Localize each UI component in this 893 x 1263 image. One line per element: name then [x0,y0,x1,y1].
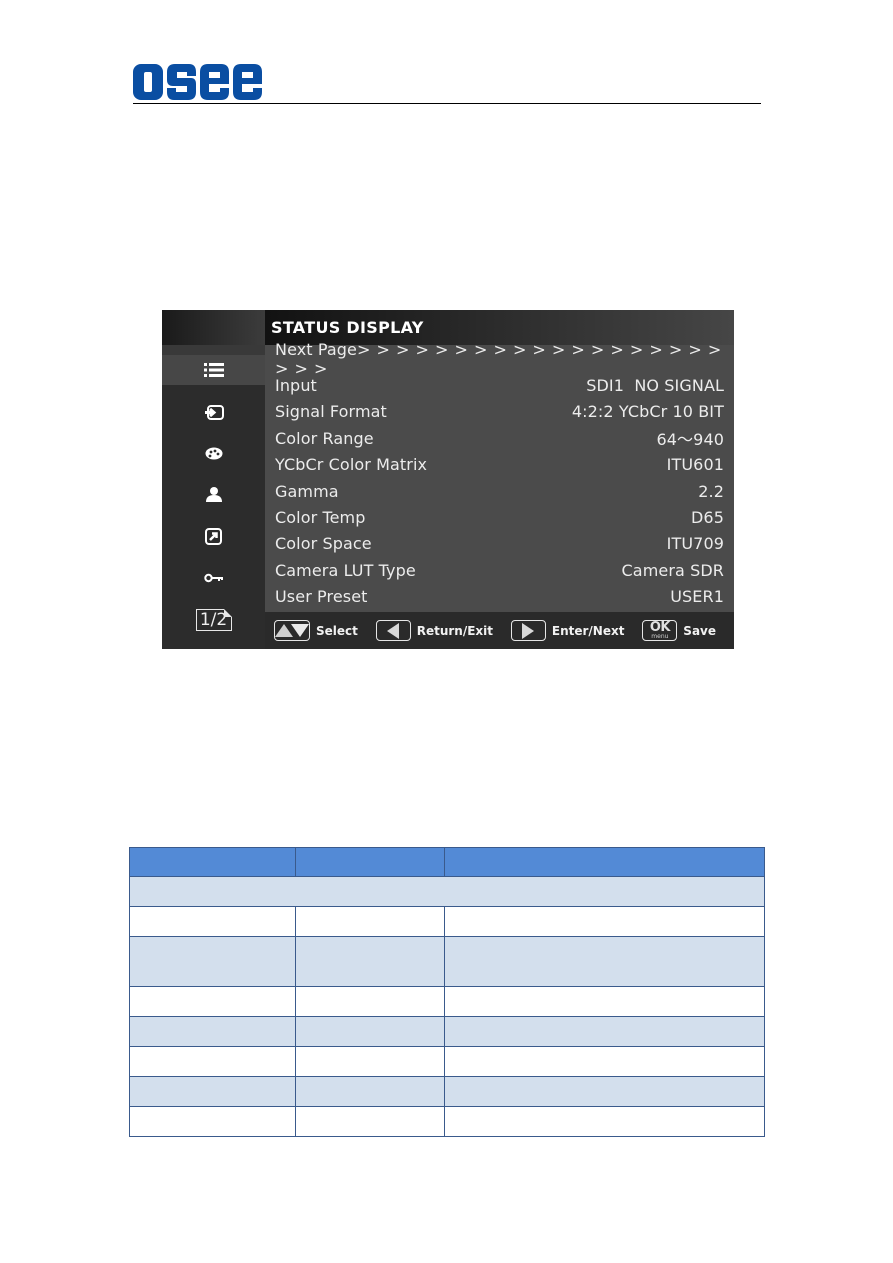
table-cell [294,1076,446,1107]
table-row [129,1106,765,1137]
user-icon [205,487,222,502]
row-label: Color Range [275,428,374,448]
menu-text: menu [651,633,669,640]
status-row-input: Input SDI1 NO SIGNAL [275,372,724,398]
table-cell [294,936,446,987]
page-indicator: 1/2 [162,605,265,635]
status-row-camera-lut: Camera LUT Type Camera SDR [275,557,724,583]
table-cell [129,1076,296,1107]
return-exit-label: Return/Exit [416,623,494,638]
status-row-color-space: Color Space ITU709 [275,530,724,556]
status-row-gamma: Gamma 2.2 [275,478,724,504]
table-row [129,1076,765,1107]
status-row-ycbcr-matrix: YCbCr Color Matrix ITU601 [275,451,724,477]
table-cell [444,1016,765,1047]
right-arrow-icon [522,622,535,639]
table-row [129,1016,765,1047]
page-indicator-box: 1/2 [195,609,232,631]
row-label: Input [275,375,317,395]
sidebar-item-input[interactable] [162,397,265,427]
table-cell [444,1076,765,1107]
page-corner-fold [223,609,232,617]
row-value: 64～940 [656,430,724,449]
osd-status-list: Next Page> > > > > > > > > > > > > > > >… [265,340,734,612]
status-row-color-temp: Color Temp D65 [275,504,724,530]
table-cell [444,1046,765,1077]
row-value: Camera SDR [621,560,724,580]
osd-sidebar-header [162,310,265,345]
sidebar-item-key[interactable] [162,563,265,593]
input-icon [204,404,224,420]
table-cell [129,1046,296,1077]
row-label: Color Temp [275,507,366,527]
enter-next-label: Enter/Next [551,623,625,638]
table-cell [129,906,296,937]
table-cell [444,1106,765,1137]
status-row-signal-format: Signal Format 4:2:2 YCbCr 10 BIT [275,398,724,424]
table-cell [129,986,296,1017]
table-cell [129,1016,296,1047]
table-cell [294,986,446,1017]
parameter-table [129,847,765,1137]
row-value: ITU709 [666,533,724,553]
ok-menu-key: OK menu [642,620,678,641]
up-down-key [274,620,310,641]
left-key [375,620,411,641]
row-value: ITU601 [666,454,724,474]
header-rule [133,103,761,104]
status-row-user-preset: User Preset USER1 [275,583,724,609]
table-row [129,986,765,1017]
table-cell [129,936,296,987]
osd-sidebar: 1/2 [162,345,265,649]
sidebar-item-picture[interactable] [162,438,265,468]
table-cell [129,1106,296,1137]
table-section-row [129,876,765,907]
sidebar-item-user[interactable] [162,479,265,509]
row-label: YCbCr Color Matrix [275,454,428,474]
row-value: 2.2 [698,481,724,501]
table-row [129,936,765,987]
row-value: USER1 [670,586,724,606]
row-label: Camera LUT Type [275,560,416,580]
sidebar-item-status[interactable] [162,355,265,385]
status-row-next-page[interactable]: Next Page> > > > > > > > > > > > > > > >… [275,340,724,378]
sidebar-item-shortcut[interactable] [162,521,265,551]
status-row-color-range: Color Range 64～940 [275,425,724,451]
table-row [129,1046,765,1077]
row-label: Color Space [275,533,372,553]
osee-logo-graphic [133,64,262,100]
table-header-row [129,847,765,877]
key-icon [203,573,223,583]
right-key [511,620,546,641]
select-label: Select [316,623,358,638]
palette-icon [205,447,222,459]
osd-key-legend: Select Return/Exit Enter/Next OK menu Sa… [265,612,734,649]
table-header-cell [444,847,765,877]
left-arrow-icon [387,622,400,639]
row-label: Gamma [275,481,339,501]
shortcut-icon [205,527,222,545]
table-cell [294,1016,446,1047]
table-cell [444,906,765,937]
table-header-cell [129,847,296,877]
table-cell [294,1106,446,1137]
list-icon [203,363,224,377]
table-section-cell [129,876,765,907]
up-down-arrow-icon [275,624,309,637]
table-cell [294,1046,446,1077]
save-label: Save [683,623,716,638]
table-cell [444,936,765,987]
table-cell [294,906,446,937]
row-label: Signal Format [275,401,387,421]
sidebar-strip [162,345,265,355]
osd-menu-screenshot: STATUS DISPLAY 1/2 Next Page> > > > > > … [162,310,734,649]
table-header-cell [294,847,446,877]
osee-logo [133,64,265,100]
row-value: 4:2:2 YCbCr 10 BIT [571,401,724,421]
table-cell [444,986,765,1017]
table-row [129,906,765,937]
row-value: SDI1 NO SIGNAL [586,375,724,395]
row-label: User Preset [275,586,368,606]
row-value: D65 [691,507,724,527]
